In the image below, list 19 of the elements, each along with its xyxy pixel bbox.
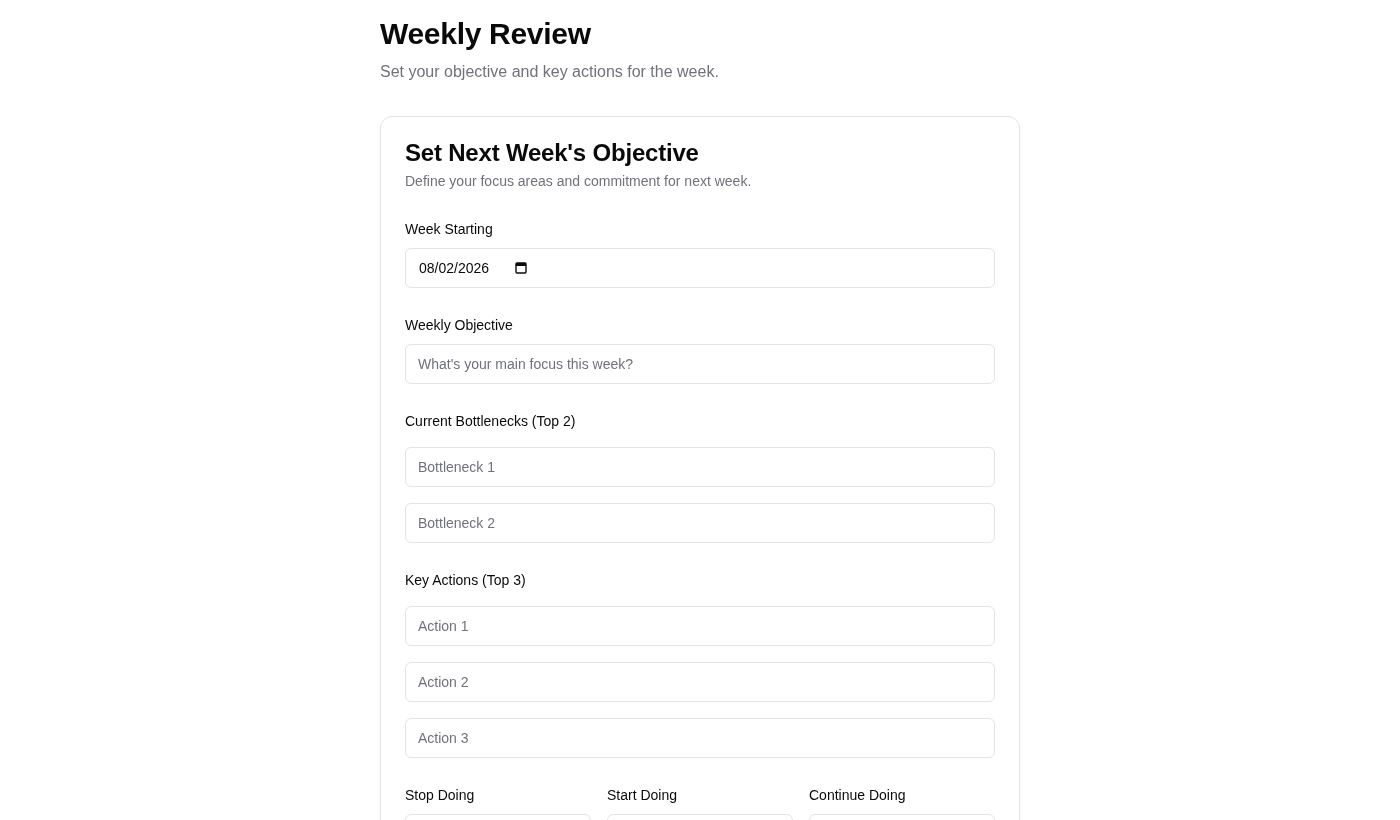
field-label: Weekly Objective (405, 316, 513, 335)
field-label: Week Starting (405, 220, 493, 239)
text-field[interactable]: Action 3 (405, 718, 995, 758)
card-title: Set Next Week's Objective (405, 140, 699, 166)
field-label: Stop Doing (405, 786, 475, 805)
text-field[interactable]: Action 1 (405, 606, 995, 646)
page-title: Weekly Review (380, 16, 591, 52)
calendar-icon[interactable] (515, 262, 528, 274)
text-field[interactable]: Bottleneck 2 (405, 503, 995, 543)
text-field[interactable]: Bottleneck 1 (405, 447, 995, 487)
field-label: Key Actions (Top 3) (405, 571, 526, 590)
text-field[interactable]: Action 2 (405, 662, 995, 702)
page-subtitle: Set your objective and key actions for the week. (380, 62, 719, 82)
card-description: Define your focus areas and commitment for next week. (405, 172, 752, 191)
field-label: Continue Doing (809, 786, 906, 805)
date-field[interactable]: 08/02/2026 (405, 248, 995, 288)
text-field[interactable]: What's your main focus this week? (405, 344, 995, 384)
field-label: Current Bottlenecks (Top 2) (405, 412, 576, 431)
field-label: Start Doing (607, 786, 678, 805)
